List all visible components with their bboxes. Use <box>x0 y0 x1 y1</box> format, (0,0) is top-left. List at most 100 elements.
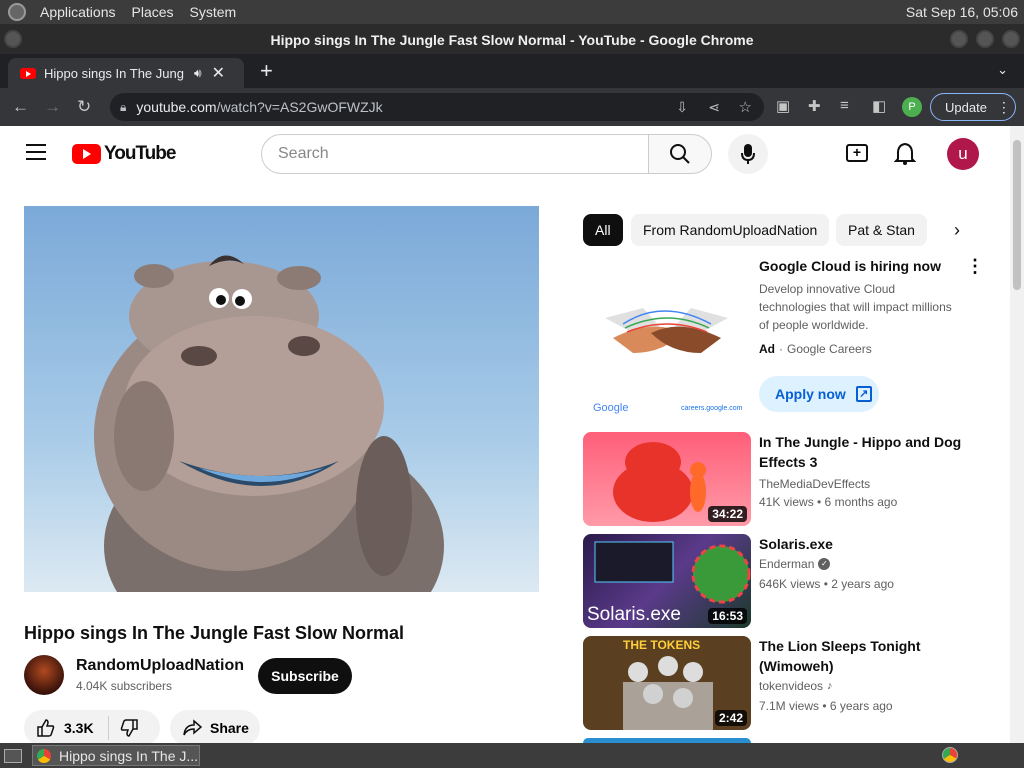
page-scrollbar[interactable] <box>1010 126 1024 743</box>
subscriber-count: 4.04K subscribers <box>76 679 173 693</box>
ad-thumbnail[interactable]: Google careers.google.com <box>583 258 751 420</box>
audio-playing-icon[interactable]: 🔊︎ <box>194 66 202 81</box>
search-input[interactable]: Search <box>261 134 649 174</box>
clock[interactable]: Sat Sep 16, 05:06 <box>906 4 1018 20</box>
profile-avatar[interactable]: P <box>902 97 922 117</box>
extension-glasses-icon[interactable]: ▣ <box>776 97 790 115</box>
rec-stats: 7.1M views • 6 years ago <box>759 699 893 713</box>
close-tab-icon[interactable]: ✕ <box>212 63 225 83</box>
rec-channel-line: tokenvideos ♪ <box>759 679 833 693</box>
share-button[interactable]: Share <box>170 710 260 743</box>
update-label: Update <box>945 99 987 115</box>
taskbar-chrome-icon[interactable] <box>942 747 958 763</box>
youtube-logo-icon <box>72 144 101 164</box>
apply-now-label: Apply now <box>775 386 846 402</box>
rec-channel[interactable]: TheMediaDevEffects <box>759 475 870 493</box>
rec-stats: 646K views • 2 years ago <box>759 577 894 591</box>
minimize-icon[interactable] <box>950 30 968 48</box>
youtube-logo[interactable]: YouTube <box>72 143 176 165</box>
window-menu-icon[interactable] <box>4 30 22 48</box>
like-count[interactable]: 3.3K <box>64 720 94 736</box>
tab-strip: Hippo sings In The Jungle F 🔊︎ ✕ + ⌄ <box>0 54 1024 88</box>
rec-title[interactable]: The Lion Sleeps Tonight (Wimoweh) <box>759 636 974 676</box>
share-label: Share <box>210 720 249 736</box>
rec-thumbnail[interactable]: THE TOKENS 2:42 <box>583 636 751 730</box>
ad-sponsor-line: Ad · Google Careers <box>759 342 872 356</box>
verified-check-icon: ✓ <box>818 558 831 570</box>
account-avatar[interactable]: u <box>947 138 979 170</box>
music-note-icon: ♪ <box>827 680 833 692</box>
url-domain: youtube.com <box>136 99 217 115</box>
side-panel-icon[interactable]: ◧ <box>872 97 886 115</box>
update-button[interactable]: Update ⋮ <box>930 93 1016 121</box>
chrome-menu-icon[interactable]: ⋮ <box>997 99 1011 116</box>
os-top-panel: Applications Places System Sat Sep 16, 0… <box>0 0 1024 24</box>
new-tab-icon[interactable]: + <box>260 58 273 84</box>
dislike-icon[interactable] <box>119 718 139 738</box>
ad-description: Develop innovative Cloud technologies th… <box>759 282 952 332</box>
rec-thumbnail[interactable]: 34:22 <box>583 432 751 526</box>
apply-now-button[interactable]: Apply now ↗ <box>759 376 879 412</box>
bookmark-star-icon[interactable]: ☆ <box>739 98 752 116</box>
reload-icon[interactable]: ↻ <box>77 97 91 117</box>
video-player[interactable] <box>24 206 539 592</box>
rec-thumb-text: Solaris.exe <box>587 604 681 625</box>
rec-thumbnail[interactable]: Solaris.exe 16:53 <box>583 534 751 628</box>
handshake-illustration <box>605 308 728 353</box>
os-taskbar: Hippo sings In The J... <box>0 743 1024 768</box>
tab-search-icon[interactable]: ⌄ <box>997 62 1008 78</box>
taskbar-window-button[interactable]: Hippo sings In The J... <box>32 745 200 766</box>
rec-channel-line: Enderman ✓ <box>759 557 831 571</box>
chip-all[interactable]: All <box>583 214 623 246</box>
rec-channel[interactable]: tokenvideos <box>759 679 823 693</box>
channel-avatar[interactable] <box>24 655 64 695</box>
voice-search-button[interactable] <box>728 134 768 174</box>
rec-duration: 34:22 <box>708 506 747 522</box>
search-button[interactable] <box>648 134 712 174</box>
close-window-icon[interactable] <box>1002 30 1020 48</box>
media-control-icon[interactable]: ≡ <box>840 97 849 114</box>
share-page-icon[interactable]: ⋖ <box>708 99 720 116</box>
rec-channel[interactable]: Enderman <box>759 557 814 571</box>
youtube-page: YouTube Search + u Hippo sings In The Ju… <box>0 126 1010 743</box>
chip-from-channel[interactable]: From RandomUploadNation <box>631 214 830 246</box>
ad-google-logo: Google <box>593 402 629 414</box>
address-bar[interactable]: 🔒︎ youtube.com/watch?v=AS2GwOFWZJk ⇩ ⋖ ☆ <box>110 93 764 121</box>
youtube-favicon-icon <box>20 67 36 79</box>
youtube-logo-text: YouTube <box>104 143 176 164</box>
video-title: Hippo sings In The Jungle Fast Slow Norm… <box>24 623 405 643</box>
chevron-right-icon[interactable]: › <box>954 220 960 241</box>
show-desktop-icon[interactable] <box>4 748 22 763</box>
create-video-icon[interactable]: + <box>846 144 868 162</box>
back-icon[interactable]: ← <box>12 97 29 117</box>
forward-icon[interactable]: → <box>44 97 61 117</box>
menu-applications[interactable]: Applications <box>32 4 124 20</box>
hamburger-menu-icon[interactable] <box>26 144 46 160</box>
notifications-bell-icon[interactable] <box>894 142 916 166</box>
rec-title[interactable]: Solaris.exe <box>759 534 974 554</box>
taskbar-window-label: Hippo sings In The J... <box>59 747 199 764</box>
menu-places[interactable]: Places <box>124 4 182 20</box>
subscribe-button[interactable]: Subscribe <box>258 658 352 694</box>
chip-pat-stan[interactable]: Pat & Stan <box>836 214 927 246</box>
like-icon[interactable] <box>36 718 56 738</box>
maximize-icon[interactable] <box>976 30 994 48</box>
window-title: Hippo sings In The Jungle Fast Slow Norm… <box>270 32 754 48</box>
ad-title[interactable]: Google Cloud is hiring now <box>759 256 974 276</box>
channel-name[interactable]: RandomUploadNation <box>76 657 244 675</box>
ad-more-icon[interactable]: ⋮ <box>966 256 984 277</box>
rec-duration: 2:42 <box>714 710 747 726</box>
lock-icon[interactable]: 🔒︎ <box>120 100 126 115</box>
menu-system[interactable]: System <box>182 4 245 20</box>
install-icon[interactable]: ⇩ <box>676 99 688 116</box>
search-icon <box>670 144 690 164</box>
os-logo-icon[interactable] <box>8 3 26 21</box>
ad-badge: Ad <box>759 342 775 356</box>
external-link-icon: ↗ <box>855 386 872 402</box>
mic-icon <box>741 144 755 164</box>
tab-youtube[interactable]: Hippo sings In The Jungle F 🔊︎ ✕ <box>8 58 244 88</box>
ad-advertiser: Google Careers <box>787 342 872 356</box>
scrollbar-thumb[interactable] <box>1013 140 1021 290</box>
extensions-puzzle-icon[interactable]: ✚ <box>808 97 821 115</box>
rec-title[interactable]: In The Jungle - Hippo and Dog Effects 3 <box>759 432 974 472</box>
